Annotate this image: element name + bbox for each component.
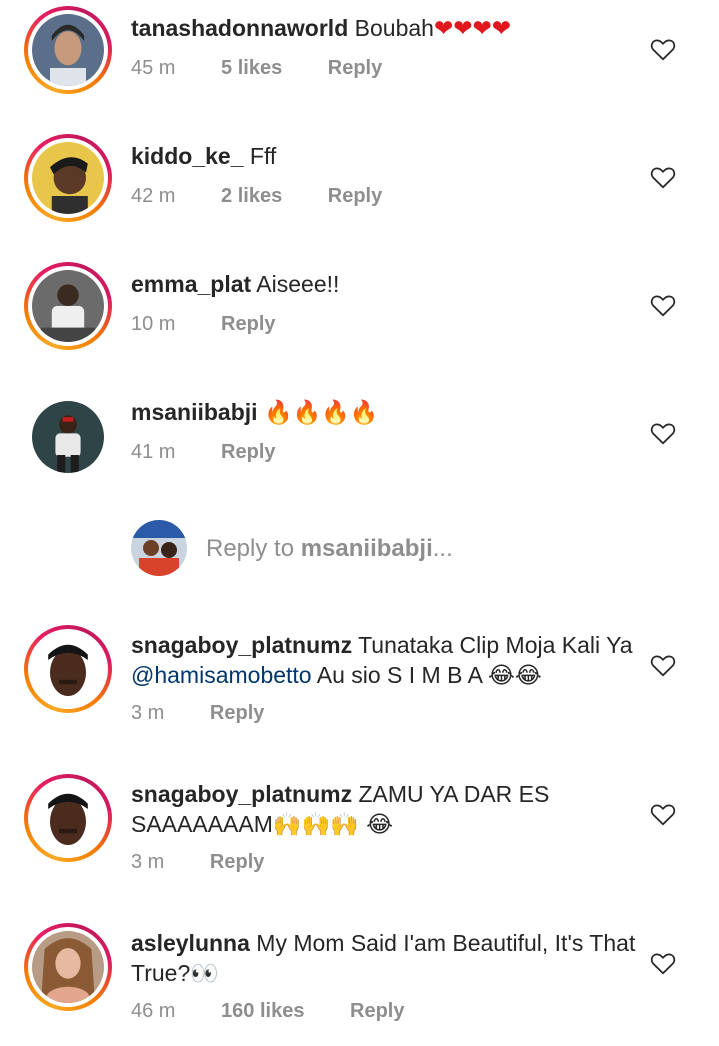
- timestamp: 10 m: [131, 313, 176, 335]
- comment-text: emma_plat Aiseee!!: [131, 269, 636, 299]
- reply-button[interactable]: Reply: [210, 700, 264, 726]
- likes-count[interactable]: 5 likes: [221, 55, 282, 81]
- comment-meta: 3 m Reply: [131, 849, 264, 875]
- reply-button[interactable]: Reply: [328, 55, 382, 81]
- comment-text: snagaboy_platnumz Tunataka Clip Moja Kal…: [131, 630, 636, 691]
- comment-meta: 46 m 160 likes Reply: [131, 998, 404, 1024]
- reply-button[interactable]: Reply: [350, 998, 404, 1024]
- reply-composer: Reply to msaniibabji...: [0, 520, 719, 580]
- comment-text: msaniibabji 🔥🔥🔥🔥: [131, 397, 636, 428]
- comment-body: Fff: [249, 143, 277, 169]
- timestamp: 46 m: [131, 1000, 176, 1022]
- comment-meta: 45 m 5 likes Reply: [131, 55, 382, 81]
- comment-body: Aiseee!!: [256, 271, 340, 297]
- comment-text: snagaboy_platnumz ZAMU YA DAR ES SAAAAAA…: [131, 779, 636, 840]
- emoji: 🙌🙌🙌 😂: [272, 812, 393, 838]
- heart-outline-icon[interactable]: [650, 951, 676, 975]
- username[interactable]: emma_plat: [131, 271, 251, 297]
- avatar[interactable]: [24, 262, 112, 350]
- avatar[interactable]: [24, 625, 112, 713]
- comment-text: tanashadonnaworld Boubah❤❤❤❤: [131, 13, 636, 44]
- username[interactable]: snagaboy_platnumz: [131, 781, 352, 807]
- heart-outline-icon[interactable]: [650, 293, 676, 317]
- username[interactable]: asleylunna: [131, 930, 250, 956]
- mention-link[interactable]: @hamisamobetto: [131, 662, 312, 688]
- avatar[interactable]: [24, 6, 112, 94]
- timestamp: 41 m: [131, 441, 176, 463]
- likes-count[interactable]: 2 likes: [221, 183, 282, 209]
- reply-placeholder-suffix: ...: [432, 535, 453, 562]
- comment-body: Boubah: [354, 15, 434, 41]
- username[interactable]: tanashadonnaworld: [131, 15, 348, 41]
- reply-placeholder-prefix: Reply to: [206, 535, 301, 562]
- reply-input[interactable]: Reply to msaniibabji...: [206, 534, 453, 564]
- likes-count[interactable]: 160 likes: [221, 998, 304, 1024]
- comment-text: kiddo_ke_ Fff: [131, 141, 636, 171]
- reply-button[interactable]: Reply: [328, 183, 382, 209]
- emoji: 👀: [190, 961, 219, 987]
- username[interactable]: snagaboy_platnumz: [131, 632, 352, 658]
- avatar[interactable]: [24, 923, 112, 1011]
- reply-placeholder-target: msaniibabji: [300, 535, 433, 562]
- timestamp: 42 m: [131, 185, 176, 207]
- emoji: 😂😂: [488, 663, 542, 689]
- reply-button[interactable]: Reply: [221, 311, 275, 337]
- comment-meta: 10 m Reply: [131, 311, 276, 337]
- avatar[interactable]: [24, 774, 112, 862]
- emoji: 🔥🔥🔥🔥: [263, 400, 379, 426]
- heart-outline-icon[interactable]: [650, 37, 676, 61]
- timestamp: 3 m: [131, 851, 165, 873]
- avatar[interactable]: [24, 134, 112, 222]
- username[interactable]: msaniibabji: [131, 399, 258, 425]
- comment-meta: 41 m Reply: [131, 439, 276, 465]
- avatar[interactable]: [24, 393, 112, 481]
- reply-button[interactable]: Reply: [210, 849, 264, 875]
- reply-button[interactable]: Reply: [221, 439, 275, 465]
- comment-body: Au sio S I M B A: [311, 662, 489, 688]
- timestamp: 45 m: [131, 57, 176, 79]
- avatar: [131, 520, 187, 576]
- heart-outline-icon[interactable]: [650, 653, 676, 677]
- username[interactable]: kiddo_ke_: [131, 143, 244, 169]
- comment-meta: 42 m 2 likes Reply: [131, 183, 382, 209]
- comment-meta: 3 m Reply: [131, 700, 264, 726]
- emoji: ❤❤❤❤: [433, 16, 512, 42]
- comment-text: asleylunna My Mom Said I'am Beautiful, I…: [131, 928, 636, 989]
- heart-outline-icon[interactable]: [650, 802, 676, 826]
- heart-outline-icon[interactable]: [650, 421, 676, 445]
- heart-outline-icon[interactable]: [650, 165, 676, 189]
- comment-body: Tunataka Clip Moja Kali Ya: [358, 632, 633, 658]
- timestamp: 3 m: [131, 702, 165, 724]
